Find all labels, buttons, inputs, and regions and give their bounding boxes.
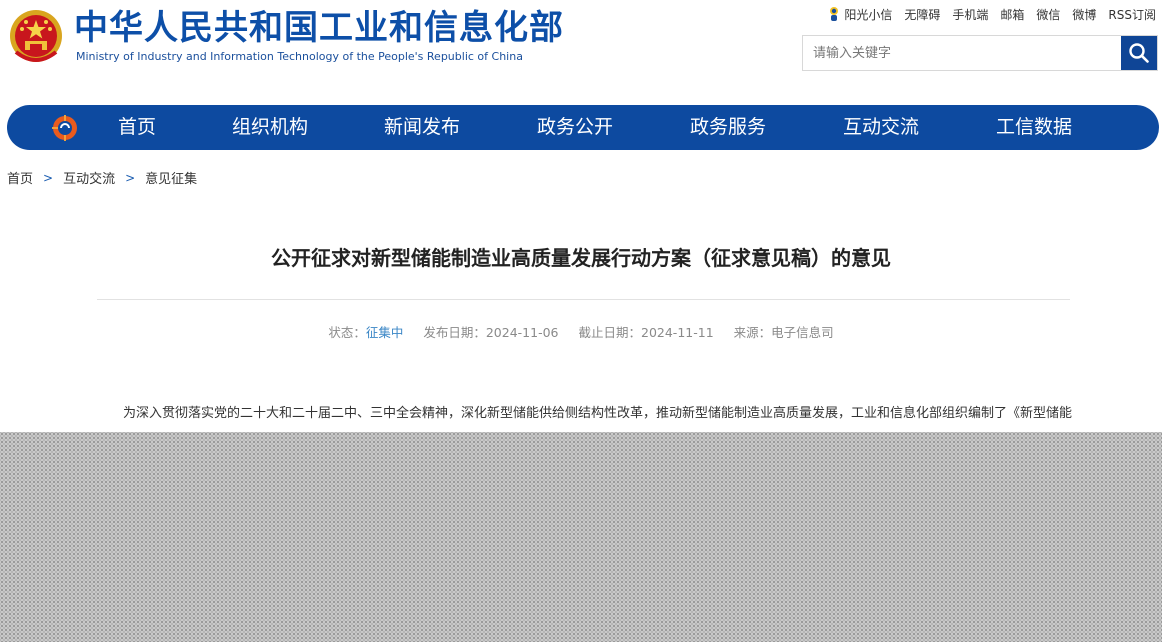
breadcrumb-interaction[interactable]: 互动交流 xyxy=(63,168,115,187)
site-title[interactable]: 中华人民共和国工业和信息化部 xyxy=(74,6,564,50)
nav-item-government-affairs[interactable]: 政务公开 xyxy=(537,105,613,150)
article-title: 公开征求对新型储能制造业高质量发展行动方案（征求意见稿）的意见 xyxy=(271,246,891,270)
top-link-label: 阳光小信 xyxy=(844,7,893,22)
nav-item-organization[interactable]: 组织机构 xyxy=(232,105,308,150)
meta-deadline-value: 2024-11-11 xyxy=(641,325,714,340)
search-input[interactable] xyxy=(803,36,1121,70)
meta-source-label: 来源： xyxy=(733,325,772,340)
meta-source: 来源：电子信息司 xyxy=(734,325,834,340)
search-icon xyxy=(1129,43,1149,63)
sunshine-mascot-icon xyxy=(830,7,839,21)
meta-publish-label: 发布日期： xyxy=(423,325,486,340)
top-link-weibo[interactable]: 微博 xyxy=(1072,6,1096,23)
top-link-accessibility[interactable]: 无障碍 xyxy=(904,6,940,23)
nav-item-data[interactable]: 工信数据 xyxy=(996,105,1072,150)
top-link-sunshine[interactable]: 阳光小信 xyxy=(827,6,892,23)
main-nav: 首页 组织机构 新闻发布 政务公开 政务服务 互动交流 工信数据 xyxy=(7,105,1159,150)
top-links: 阳光小信 无障碍 手机端 邮箱 微信 微博 RSS订阅 xyxy=(827,4,1156,24)
nav-item-news[interactable]: 新闻发布 xyxy=(384,105,460,150)
national-emblem-icon xyxy=(10,10,62,62)
meta-deadline-label: 截止日期： xyxy=(578,325,641,340)
top-link-rss[interactable]: RSS订阅 xyxy=(1108,6,1156,23)
nav-item-government-services[interactable]: 政务服务 xyxy=(690,105,766,150)
meta-publish-value: 2024-11-06 xyxy=(485,325,559,340)
breadcrumb-separator: > xyxy=(43,170,54,185)
meta-deadline: 截止日期：2024-11-11 xyxy=(578,325,713,340)
search-box xyxy=(802,35,1158,71)
loading-overlay xyxy=(0,432,1162,642)
meta-publish-date: 发布日期：2024-11-06 xyxy=(423,325,558,340)
meta-status: 状态：征集中 xyxy=(328,325,403,340)
search-button[interactable] xyxy=(1121,36,1157,70)
top-link-mobile[interactable]: 手机端 xyxy=(952,6,988,23)
status-badge: 征集中 xyxy=(365,325,404,340)
article-meta: 状态：征集中 发布日期：2024-11-06 截止日期：2024-11-11 来… xyxy=(0,322,1162,341)
top-link-wechat[interactable]: 微信 xyxy=(1036,6,1060,23)
nav-item-interaction[interactable]: 互动交流 xyxy=(843,105,919,150)
breadcrumb: 首页 > 互动交流 > 意见征集 xyxy=(7,168,197,188)
nav-item-home[interactable]: 首页 xyxy=(118,105,156,150)
breadcrumb-separator: > xyxy=(125,170,136,185)
top-link-mail[interactable]: 邮箱 xyxy=(1000,6,1024,23)
site-subtitle: Ministry of Industry and Information Tec… xyxy=(76,50,523,63)
meta-status-label: 状态： xyxy=(328,325,366,340)
breadcrumb-solicitation[interactable]: 意见征集 xyxy=(145,168,197,187)
site-header: 中华人民共和国工业和信息化部 Ministry of Industry and … xyxy=(0,0,1162,100)
breadcrumb-home[interactable]: 首页 xyxy=(7,168,33,187)
meta-source-value: 电子信息司 xyxy=(771,325,834,340)
title-divider xyxy=(97,299,1070,300)
ministry-logo-icon[interactable] xyxy=(51,114,79,142)
